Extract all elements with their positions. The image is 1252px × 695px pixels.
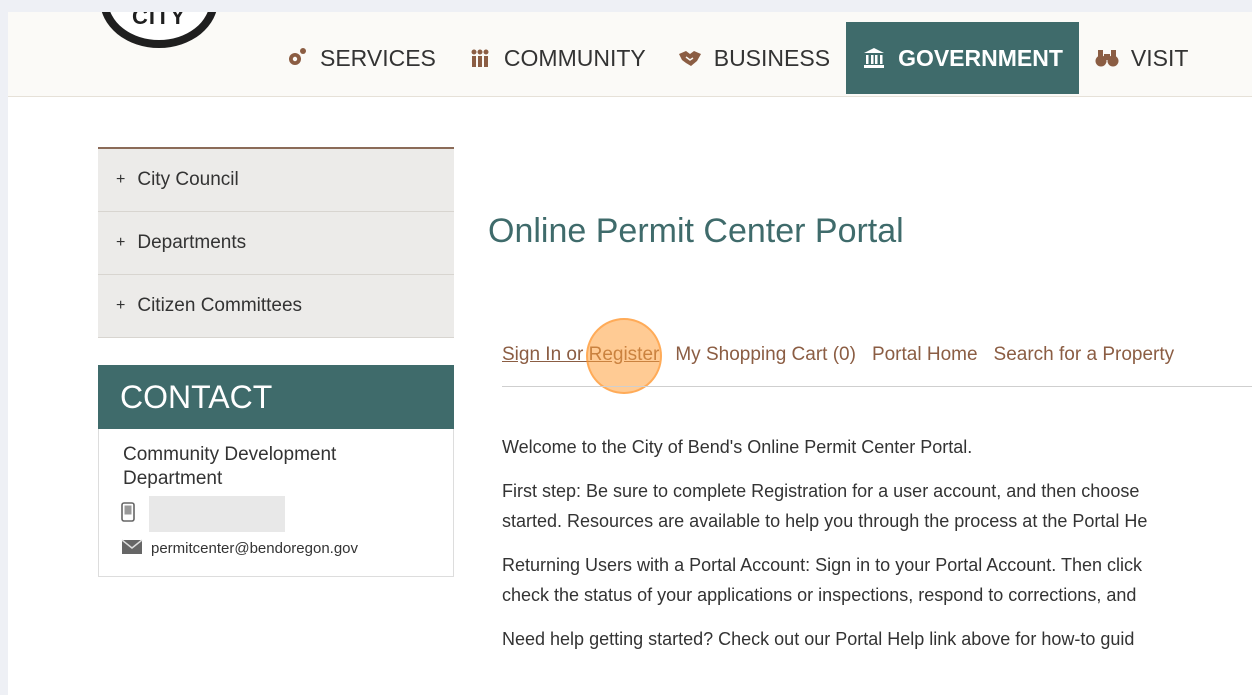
- intro-paragraph: First step: Be sure to complete Registra…: [502, 481, 1140, 501]
- nav-community-label: COMMUNITY: [503, 44, 646, 71]
- expand-icon: +: [116, 234, 126, 251]
- sidebar-item-city-council[interactable]: + City Council: [98, 147, 454, 211]
- sidebar-item-label: Departments: [137, 232, 247, 253]
- contact-email-row[interactable]: permitcenter@bendoregon.gov: [121, 537, 453, 559]
- sidebar-item-label: Citizen Committees: [137, 295, 303, 316]
- contact-phone-row: [121, 495, 453, 533]
- phone-number-redacted: [149, 496, 285, 532]
- search-property-link[interactable]: Search for a Property: [994, 344, 1175, 366]
- sidebar-item-departments[interactable]: + Departments: [98, 211, 454, 274]
- contact-email[interactable]: permitcenter@bendoregon.gov: [151, 540, 358, 557]
- sidebar-item-label: City Council: [137, 169, 239, 190]
- phone-icon: [121, 501, 135, 527]
- nav-visit[interactable]: VISIT: [1079, 22, 1205, 94]
- binoculars-icon: [1095, 46, 1119, 70]
- capitol-icon: [862, 46, 886, 70]
- nav-government-label: GOVERNMENT: [898, 44, 1063, 71]
- sidebar: + City Council + Departments + Citizen C…: [98, 147, 454, 338]
- intro-paragraph: Returning Users with a Portal Account: S…: [502, 555, 1142, 575]
- site-header: CITY SERVICES COMMUNITY BUSINESS GOVERNM…: [8, 12, 1252, 97]
- intro-paragraph: Need help getting started? Check out our…: [502, 629, 1135, 649]
- city-logo[interactable]: CITY: [100, 12, 218, 48]
- contact-department: Community Development Department: [123, 444, 337, 489]
- people-icon: [468, 46, 492, 70]
- expand-icon: +: [116, 297, 126, 314]
- portal-intro: Welcome to the City of Bend's Online Per…: [502, 432, 1252, 668]
- nav-business-label: BUSINESS: [713, 44, 831, 71]
- contact-box: CONTACT Community Development Department…: [98, 365, 454, 577]
- click-indicator: [586, 318, 662, 394]
- nav-community[interactable]: COMMUNITY: [452, 22, 662, 94]
- page-title: Online Permit Center Portal: [488, 212, 904, 250]
- handshake-icon: [678, 46, 702, 70]
- main-nav: SERVICES COMMUNITY BUSINESS GOVERNMENT V…: [268, 22, 1204, 96]
- page: CITY SERVICES COMMUNITY BUSINESS GOVERNM…: [8, 12, 1252, 695]
- nav-services-label: SERVICES: [320, 44, 436, 71]
- expand-icon: +: [116, 171, 126, 188]
- portal-home-link[interactable]: Portal Home: [872, 344, 978, 366]
- envelope-icon: [121, 537, 143, 559]
- nav-visit-label: VISIT: [1130, 44, 1189, 71]
- sidebar-item-citizen-committees[interactable]: + Citizen Committees: [98, 274, 454, 338]
- contact-heading: CONTACT: [98, 365, 454, 429]
- logo-text: CITY: [131, 12, 187, 29]
- intro-paragraph: check the status of your applications or…: [502, 585, 1137, 605]
- nav-government[interactable]: GOVERNMENT: [846, 22, 1079, 94]
- nav-services[interactable]: SERVICES: [268, 22, 452, 94]
- gears-icon: [284, 46, 308, 70]
- nav-business[interactable]: BUSINESS: [662, 22, 846, 94]
- shopping-cart-link[interactable]: My Shopping Cart (0): [675, 344, 856, 366]
- intro-paragraph: started. Resources are available to help…: [502, 511, 1148, 531]
- intro-paragraph: Welcome to the City of Bend's Online Per…: [502, 437, 973, 457]
- portal-divider: [502, 386, 1252, 387]
